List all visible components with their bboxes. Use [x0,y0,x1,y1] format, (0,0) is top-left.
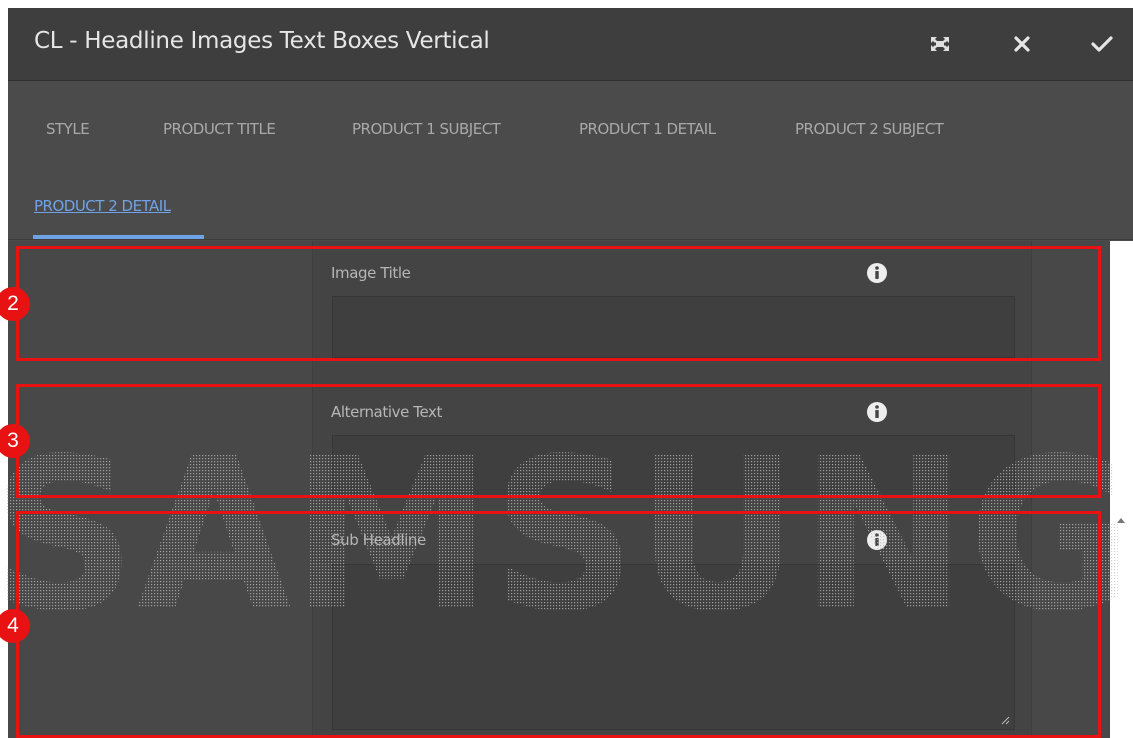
sub-headline-label: Sub Headline [331,531,426,549]
sub-headline-textarea[interactable] [332,564,1015,730]
info-icon[interactable] [866,262,888,284]
image-title-label: Image Title [331,264,411,282]
close-button[interactable] [1008,30,1036,58]
tab-product-2-detail[interactable]: PRODUCT 2 DETAIL [34,197,171,215]
checkmark-icon [1091,36,1113,52]
alternative-text-field[interactable] [332,435,1015,497]
confirm-button[interactable] [1088,30,1116,58]
tabs-divider [8,239,1133,240]
tab-product-1-detail[interactable]: PRODUCT 1 DETAIL [579,120,716,138]
close-icon [1014,36,1030,52]
image-title-field[interactable] [332,296,1015,358]
form-content: Image Title Alternative Text Sub Headlin… [8,241,1133,738]
resize-grip-icon[interactable] [1000,715,1010,725]
scrollbar[interactable] [1110,241,1133,738]
tab-style[interactable]: STYLE [46,120,90,138]
tab-product-1-subject[interactable]: PRODUCT 1 SUBJECT [352,120,501,138]
scroll-up-arrow-icon[interactable] [1117,518,1125,523]
fullscreen-button[interactable] [926,30,954,58]
dialog: CL - Headline Images Text Boxes Vertical… [8,8,1133,738]
tab-product-title[interactable]: PRODUCT TITLE [163,120,276,138]
tab-product-2-subject[interactable]: PRODUCT 2 SUBJECT [795,120,944,138]
dialog-titlebar: CL - Headline Images Text Boxes Vertical [8,8,1133,81]
info-icon[interactable] [866,529,888,551]
alternative-text-label: Alternative Text [331,403,442,421]
tab-bar: STYLE PRODUCT TITLE PRODUCT 1 SUBJECT PR… [8,81,1133,241]
info-icon[interactable] [866,401,888,423]
dialog-title: CL - Headline Images Text Boxes Vertical [34,28,490,54]
fullscreen-icon [931,37,949,51]
